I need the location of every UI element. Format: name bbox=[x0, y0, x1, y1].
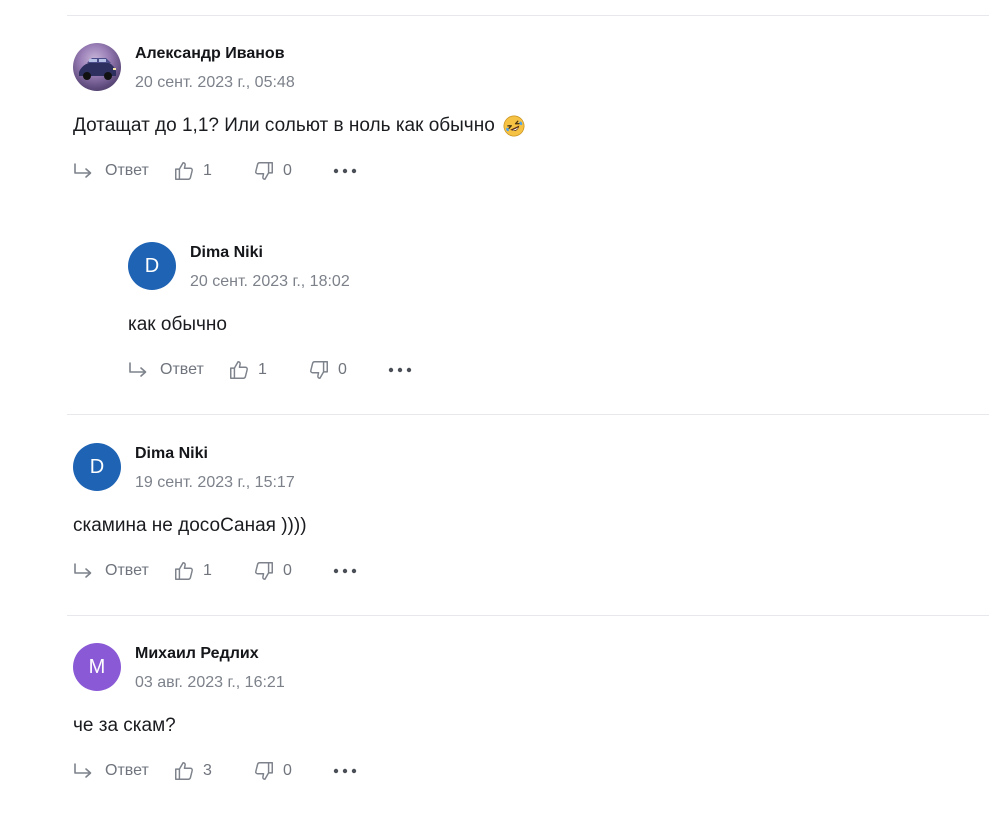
avatar-letter: D bbox=[89, 455, 105, 478]
dislike-count: 0 bbox=[283, 762, 292, 779]
more-dots-icon bbox=[333, 568, 357, 574]
thumbs-up-icon bbox=[175, 562, 193, 580]
comment-text: как обычно bbox=[128, 314, 227, 336]
dislike-count: 0 bbox=[338, 361, 347, 378]
divider bbox=[67, 615, 989, 616]
more-button[interactable] bbox=[333, 168, 363, 174]
like-count: 1 bbox=[203, 562, 212, 579]
dislike-button[interactable]: 0 bbox=[308, 359, 388, 381]
comment-date: 20 сент. 2023 г., 05:48 bbox=[135, 74, 295, 91]
comment-date: 03 авг. 2023 г., 16:21 bbox=[135, 674, 285, 691]
thumbs-up-icon bbox=[175, 762, 193, 780]
avatar[interactable]: D bbox=[128, 242, 176, 290]
comment-author[interactable]: Dima Niki bbox=[135, 445, 208, 463]
comment-text-content: скамина не досоСаная )))) bbox=[73, 515, 307, 536]
like-button[interactable]: 3 bbox=[173, 760, 253, 782]
reply-label: Ответ bbox=[105, 562, 149, 579]
more-button[interactable] bbox=[333, 768, 363, 774]
reply-label: Ответ bbox=[160, 361, 204, 378]
comment-text: Дотащат до 1,1? Или сольют в ноль как об… bbox=[73, 115, 525, 137]
more-button[interactable] bbox=[333, 568, 363, 574]
dislike-button[interactable]: 0 bbox=[253, 760, 333, 782]
comment-date: 20 сент. 2023 г., 18:02 bbox=[190, 273, 350, 290]
reply-label: Ответ bbox=[105, 762, 149, 779]
like-count: 3 bbox=[203, 762, 212, 779]
comment-actions: Ответ 3 0 bbox=[73, 759, 363, 783]
dislike-button[interactable]: 0 bbox=[253, 160, 333, 182]
comment-text-content: Дотащат до 1,1? Или сольют в ноль как об… bbox=[73, 115, 495, 136]
avatar-letter: D bbox=[144, 254, 160, 277]
comment-text-content: че за скам? bbox=[73, 715, 176, 736]
more-dots-icon bbox=[388, 367, 412, 373]
comment-text: че за скам? bbox=[73, 715, 176, 737]
like-button[interactable]: 1 bbox=[173, 160, 253, 182]
comment-author[interactable]: Dima Niki bbox=[190, 244, 263, 262]
more-button[interactable] bbox=[388, 367, 418, 373]
avatar-letter: M bbox=[88, 655, 106, 678]
thumbs-down-icon bbox=[255, 162, 273, 180]
avatar[interactable]: D bbox=[73, 443, 121, 491]
thumbs-up-icon bbox=[175, 162, 193, 180]
dislike-button[interactable]: 0 bbox=[253, 560, 333, 582]
reply-arrow-icon bbox=[74, 763, 92, 778]
like-count: 1 bbox=[258, 361, 267, 378]
comment-author[interactable]: Михаил Редлих bbox=[135, 645, 259, 663]
comment-date: 19 сент. 2023 г., 15:17 bbox=[135, 474, 295, 491]
reply-button[interactable]: Ответ bbox=[128, 361, 228, 379]
reply-arrow-icon bbox=[74, 163, 92, 178]
avatar[interactable] bbox=[73, 43, 121, 91]
like-button[interactable]: 1 bbox=[173, 560, 253, 582]
thumbs-down-icon bbox=[255, 562, 273, 580]
dislike-count: 0 bbox=[283, 562, 292, 579]
divider bbox=[67, 15, 989, 16]
car-photo-avatar bbox=[79, 58, 116, 80]
comment-actions: Ответ 1 0 bbox=[128, 358, 418, 382]
reply-button[interactable]: Ответ bbox=[73, 562, 173, 580]
reply-button[interactable]: Ответ bbox=[73, 762, 173, 780]
reply-arrow-icon bbox=[129, 362, 147, 377]
comment-actions: Ответ 1 0 bbox=[73, 159, 363, 183]
like-button[interactable]: 1 bbox=[228, 359, 308, 381]
comment-text: скамина не досоСаная )))) bbox=[73, 515, 307, 537]
more-dots-icon bbox=[333, 768, 357, 774]
reply-label: Ответ bbox=[105, 162, 149, 179]
thumbs-down-icon bbox=[255, 762, 273, 780]
reply-button[interactable]: Ответ bbox=[73, 162, 173, 180]
reply-arrow-icon bbox=[74, 563, 92, 578]
rolling-on-floor-laughing-emoji bbox=[503, 115, 525, 137]
divider bbox=[67, 414, 989, 415]
thumbs-down-icon bbox=[310, 361, 328, 379]
comment-author[interactable]: Александр Иванов bbox=[135, 45, 285, 63]
comment-text-content: как обычно bbox=[128, 314, 227, 335]
avatar[interactable]: M bbox=[73, 643, 121, 691]
like-count: 1 bbox=[203, 162, 212, 179]
comment-actions: Ответ 1 0 bbox=[73, 559, 363, 583]
more-dots-icon bbox=[333, 168, 357, 174]
dislike-count: 0 bbox=[283, 162, 292, 179]
thumbs-up-icon bbox=[230, 361, 248, 379]
